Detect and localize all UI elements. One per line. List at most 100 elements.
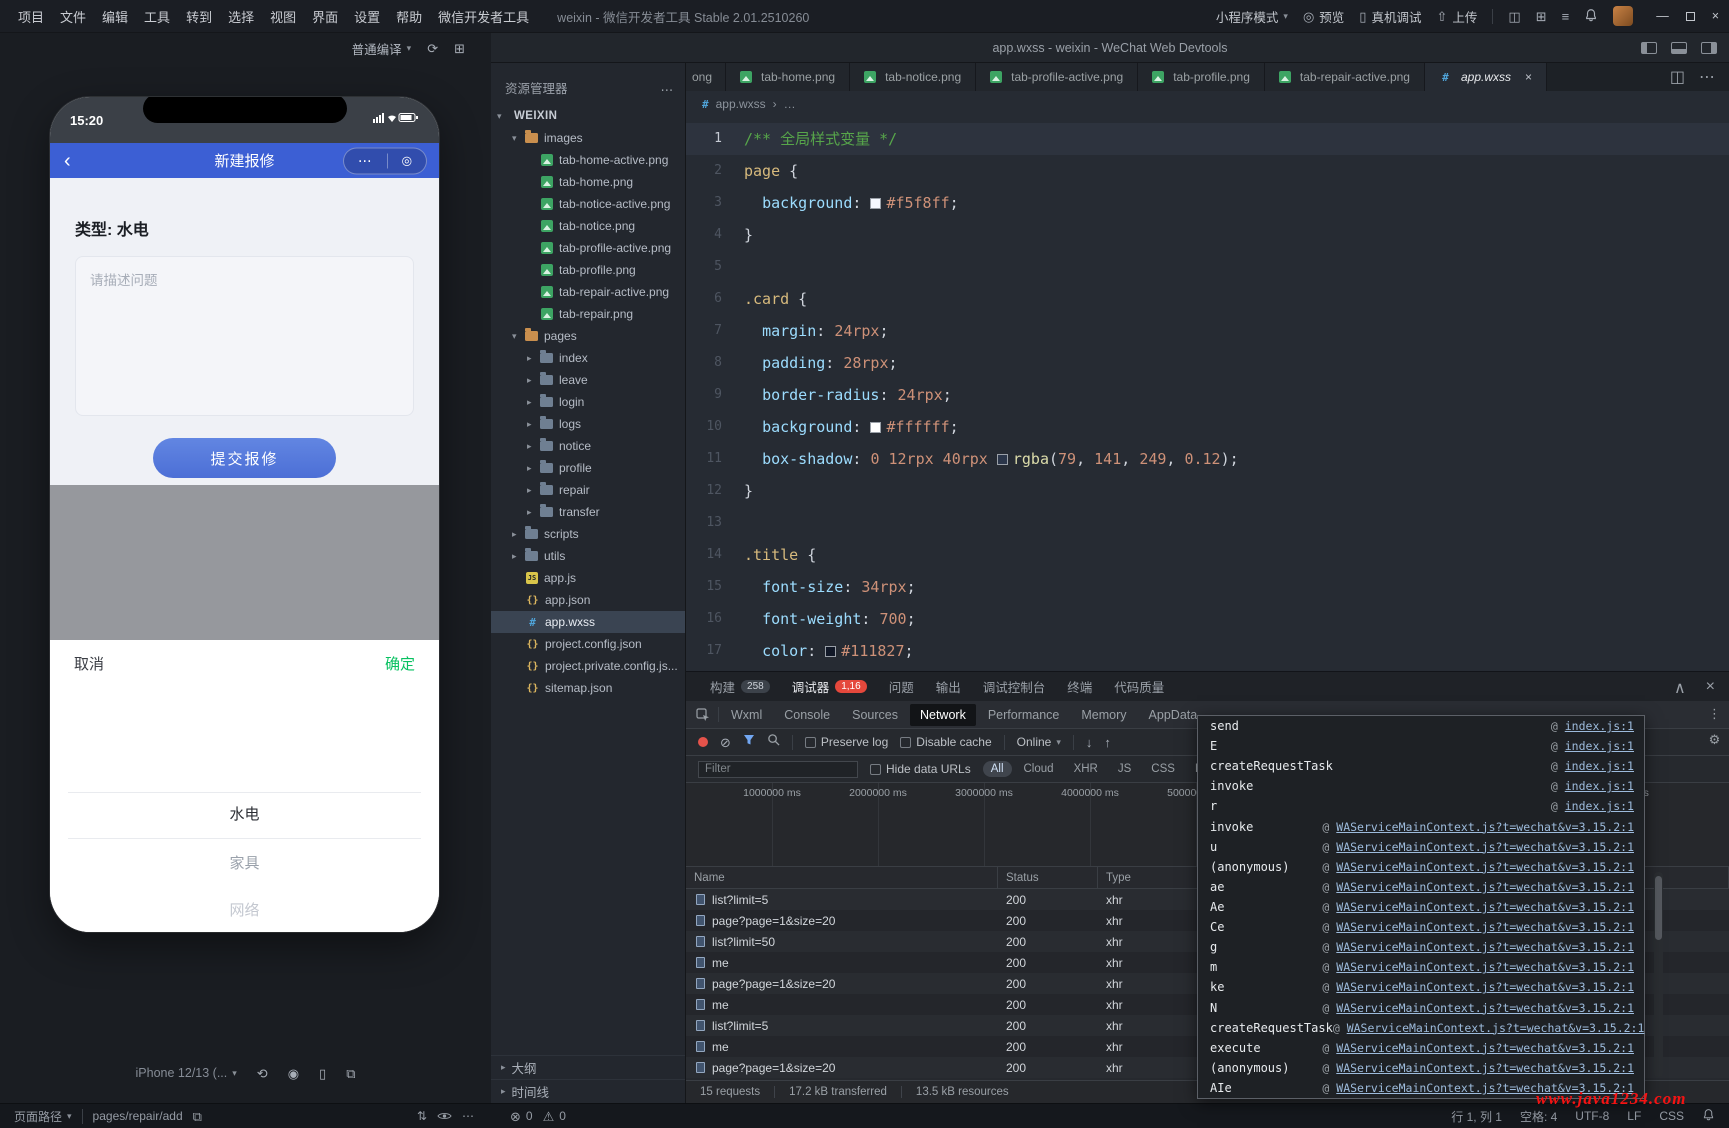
back-chevron-icon[interactable]: ‹ <box>64 151 71 171</box>
kebab-menu-icon[interactable]: ⋮ <box>1708 706 1721 722</box>
picker-option-0[interactable]: 水电 <box>50 803 439 824</box>
initiator-link[interactable]: index.js:1 <box>1565 779 1634 793</box>
description-textarea[interactable]: 请描述问题 <box>75 256 414 416</box>
initiator-link[interactable]: WAServiceMainContext.js?t=wechat&v=3.15.… <box>1336 880 1634 894</box>
picker-option-2[interactable]: 网络 <box>50 899 439 920</box>
menu-item[interactable]: 选择 <box>220 7 262 26</box>
menu-item[interactable]: 界面 <box>304 7 346 26</box>
network-col-Name[interactable]: Name <box>686 867 998 888</box>
picker-option-1[interactable]: 家具 <box>50 852 439 873</box>
outline-section[interactable]: ▸ 大纲 <box>491 1055 685 1079</box>
editor-tab-tab-repair-active.png[interactable]: tab-repair-active.png <box>1265 63 1425 91</box>
editor-more-icon[interactable]: ⋯ <box>1699 67 1715 87</box>
tree-file-app.json[interactable]: {}app.json <box>491 589 685 611</box>
tree-folder-leave[interactable]: ▸leave <box>491 369 685 391</box>
initiator-link[interactable]: WAServiceMainContext.js?t=wechat&v=3.15.… <box>1336 900 1634 914</box>
preserve-log-checkbox[interactable]: Preserve log <box>805 735 888 749</box>
hide-data-urls-checkbox[interactable]: Hide data URLs <box>870 762 971 776</box>
grid-icon[interactable]: ⊞ <box>1536 10 1547 23</box>
swap-icon[interactable]: ⇅ <box>417 1109 427 1123</box>
initiator-link[interactable]: WAServiceMainContext.js?t=wechat&v=3.15.… <box>1336 1061 1634 1075</box>
devtools-tab-Wxml[interactable]: Wxml <box>721 704 772 726</box>
initiator-link[interactable]: index.js:1 <box>1565 739 1634 753</box>
snapshot-icon[interactable]: ⧉ <box>346 1067 355 1080</box>
tree-file-sitemap.json[interactable]: {}sitemap.json <box>491 677 685 699</box>
panels-icon[interactable]: ⊞ <box>454 42 465 55</box>
indentation[interactable]: 空格: 4 <box>1520 1108 1557 1125</box>
refresh-icon[interactable]: ⟳ <box>427 42 438 55</box>
menu-item[interactable]: 设置 <box>346 7 388 26</box>
menu-item[interactable]: 微信开发者工具 <box>430 7 537 26</box>
tree-folder-index[interactable]: ▸index <box>491 347 685 369</box>
editor-tab-tab-profile.png[interactable]: tab-profile.png <box>1138 63 1265 91</box>
timeline-section[interactable]: ▸ 时间线 <box>491 1079 685 1103</box>
menu-item[interactable]: 视图 <box>262 7 304 26</box>
cancel-button[interactable]: 取消 <box>74 653 104 674</box>
cursor-position[interactable]: 行 1, 列 1 <box>1451 1108 1502 1125</box>
network-scrollbar[interactable] <box>1654 872 1663 1077</box>
confirm-button[interactable]: 确定 <box>385 653 415 674</box>
tree-file-tab-home-active.png[interactable]: tab-home-active.png <box>491 149 685 171</box>
panel-layout-icon[interactable]: ◫ <box>1508 10 1520 23</box>
panel-tab[interactable]: 调试控制台 <box>983 677 1046 696</box>
errors-indicator[interactable]: ⊗0 <box>510 1109 533 1123</box>
tree-file-tab-repair-active.png[interactable]: tab-repair-active.png <box>491 281 685 303</box>
rotate-icon[interactable]: ⟲ <box>257 1067 268 1080</box>
toggle-sidebar-left-icon[interactable] <box>1641 42 1657 54</box>
tree-folder-scripts[interactable]: ▸scripts <box>491 523 685 545</box>
devtools-tab-Network[interactable]: Network <box>910 704 976 726</box>
network-col-Type[interactable]: Type <box>1098 867 1198 888</box>
tree-folder-utils[interactable]: ▸utils <box>491 545 685 567</box>
tree-file-tab-notice-active.png[interactable]: tab-notice-active.png <box>491 193 685 215</box>
menu-item[interactable]: 工具 <box>136 7 178 26</box>
minimize-button[interactable]: — <box>1656 9 1669 23</box>
menu-item[interactable]: 文件 <box>52 7 94 26</box>
tree-folder-transfer[interactable]: ▸transfer <box>491 501 685 523</box>
close-button[interactable]: × <box>1712 9 1719 23</box>
close-panel-icon[interactable]: × <box>1706 678 1715 698</box>
menu-item[interactable]: 帮助 <box>388 7 430 26</box>
initiator-link[interactable]: WAServiceMainContext.js?t=wechat&v=3.15.… <box>1347 1021 1645 1035</box>
bell-icon[interactable] <box>1702 1108 1715 1124</box>
disable-cache-checkbox[interactable]: Disable cache <box>900 735 991 749</box>
panel-tab[interactable]: 调试器1,16 <box>792 677 867 696</box>
avatar[interactable] <box>1613 6 1633 26</box>
device-select[interactable]: iPhone 12/13 (...▾ <box>136 1066 237 1080</box>
compile-mode-select[interactable]: 普通编译▾ <box>352 39 412 58</box>
close-icon[interactable]: × <box>1525 70 1532 84</box>
initiator-link[interactable]: WAServiceMainContext.js?t=wechat&v=3.15.… <box>1336 1001 1634 1015</box>
record-icon[interactable] <box>698 737 708 747</box>
initiator-link[interactable]: index.js:1 <box>1565 799 1634 813</box>
submit-repair-button[interactable]: 提交报修 <box>153 438 336 478</box>
editor-tab-app.wxss[interactable]: #app.wxss× <box>1425 63 1547 91</box>
tree-file-tab-profile.png[interactable]: tab-profile.png <box>491 259 685 281</box>
eol[interactable]: LF <box>1627 1109 1641 1123</box>
page-path-value[interactable]: pages/repair/add <box>93 1109 183 1123</box>
upload-button[interactable]: ⇧上传 <box>1436 7 1477 26</box>
filter-pill-All[interactable]: All <box>983 761 1012 777</box>
list-icon[interactable]: ≡ <box>1562 10 1570 23</box>
initiator-link[interactable]: WAServiceMainContext.js?t=wechat&v=3.15.… <box>1336 840 1634 854</box>
encoding[interactable]: UTF-8 <box>1575 1109 1609 1123</box>
panel-tab[interactable]: 输出 <box>936 677 961 696</box>
menu-item[interactable]: 编辑 <box>94 7 136 26</box>
copy-icon[interactable]: ⧉ <box>193 1110 202 1123</box>
explorer-more-icon[interactable]: ⋯ <box>661 82 674 97</box>
filter-pill-XHR[interactable]: XHR <box>1066 761 1106 777</box>
tree-file-app.wxss[interactable]: #app.wxss <box>491 611 685 633</box>
tree-root[interactable]: ▾ WEIXIN <box>491 105 685 127</box>
tree-file-project.private.config.js...[interactable]: {}project.private.config.js... <box>491 655 685 677</box>
panel-tab[interactable]: 代码质量 <box>1114 677 1164 696</box>
collapse-panel-icon[interactable]: ∧ <box>1674 678 1686 698</box>
tree-file-tab-notice.png[interactable]: tab-notice.png <box>491 215 685 237</box>
toggle-sidebar-right-icon[interactable] <box>1701 42 1717 54</box>
initiator-link[interactable]: index.js:1 <box>1565 719 1634 733</box>
clear-icon[interactable]: ⊘ <box>720 736 731 749</box>
filter-pill-Cloud[interactable]: Cloud <box>1016 761 1062 777</box>
network-col-Status[interactable]: Status <box>998 867 1098 888</box>
tree-file-tab-profile-active.png[interactable]: tab-profile-active.png <box>491 237 685 259</box>
tree-folder-profile[interactable]: ▸profile <box>491 457 685 479</box>
tree-file-tab-home.png[interactable]: tab-home.png <box>491 171 685 193</box>
tree-file-project.config.json[interactable]: {}project.config.json <box>491 633 685 655</box>
panel-tab[interactable]: 构建258 <box>710 677 770 696</box>
